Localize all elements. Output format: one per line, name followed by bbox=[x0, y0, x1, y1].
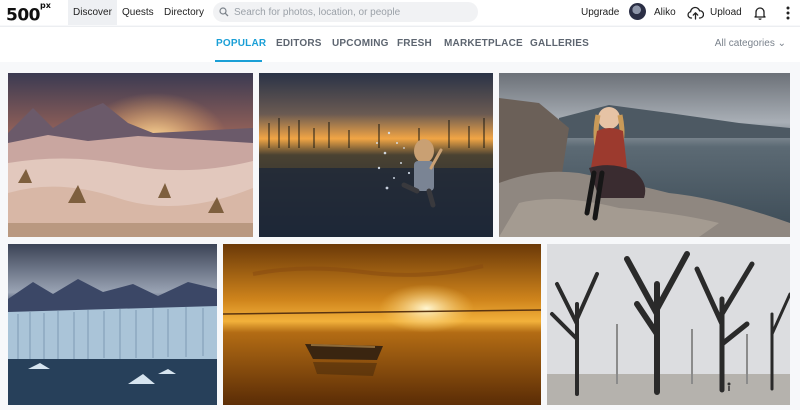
logo-sup: px bbox=[40, 1, 51, 10]
nav-directory[interactable]: Directory bbox=[159, 0, 209, 25]
search-input[interactable] bbox=[234, 6, 474, 18]
photo-snowy-mountain-sunset[interactable] bbox=[8, 73, 253, 237]
more-vertical-icon[interactable] bbox=[781, 4, 795, 21]
photo-bare-trees-in-fog[interactable] bbox=[547, 244, 790, 405]
500px-logo[interactable]: 500px bbox=[6, 1, 51, 26]
upload-cloud-icon[interactable] bbox=[686, 4, 704, 21]
nav-discover[interactable]: Discover bbox=[68, 0, 117, 25]
search-icon bbox=[219, 7, 229, 17]
upgrade-link[interactable]: Upgrade bbox=[581, 0, 619, 25]
photo-glacier-and-icebergs[interactable] bbox=[8, 244, 217, 405]
nav-quests[interactable]: Quests bbox=[117, 0, 159, 25]
active-tab-indicator bbox=[215, 60, 262, 62]
category-tab-bar: POPULAR EDITORS UPCOMING FRESH MARKETPLA… bbox=[0, 26, 800, 62]
tab-marketplace[interactable]: MARKETPLACE bbox=[444, 38, 523, 49]
categories-label: All categories bbox=[714, 38, 775, 49]
photo-boat-on-golden-lake[interactable] bbox=[223, 244, 541, 405]
upload-button[interactable]: Upload bbox=[710, 0, 742, 25]
photo-woman-on-rock-by-sea[interactable] bbox=[499, 73, 790, 237]
tab-upcoming[interactable]: UPCOMING bbox=[332, 38, 389, 49]
tab-fresh[interactable]: FRESH bbox=[397, 38, 432, 49]
logo-text: 500 bbox=[6, 5, 41, 26]
search-bar[interactable] bbox=[213, 2, 478, 22]
bell-icon[interactable] bbox=[752, 4, 768, 21]
tab-popular[interactable]: POPULAR bbox=[216, 38, 266, 49]
username-link[interactable]: Aliko bbox=[654, 0, 676, 25]
categories-dropdown[interactable]: All categories ⌄ bbox=[715, 38, 786, 49]
chevron-down-icon: ⌄ bbox=[777, 38, 786, 49]
avatar[interactable] bbox=[629, 3, 646, 20]
tab-editors[interactable]: EDITORS bbox=[276, 38, 322, 49]
photo-child-splashing-water[interactable] bbox=[259, 73, 493, 237]
top-navigation-bar: 500px Discover Quests Directory Upgrade … bbox=[0, 0, 800, 25]
tab-galleries[interactable]: GALLERIES bbox=[530, 38, 589, 49]
